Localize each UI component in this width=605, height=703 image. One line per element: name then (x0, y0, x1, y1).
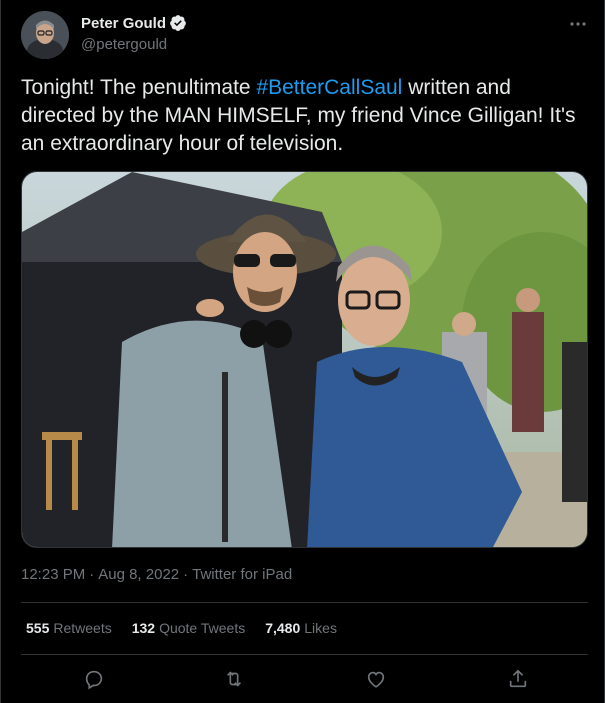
author-display-name[interactable]: Peter Gould (81, 15, 166, 32)
heart-icon (367, 671, 385, 688)
more-options-button[interactable] (563, 12, 593, 36)
divider (21, 602, 588, 603)
meta-separator: · (89, 566, 95, 583)
reply-icon (85, 670, 103, 690)
divider (21, 654, 588, 655)
retweet-icon (226, 671, 242, 687)
retweets-count: 555 (26, 620, 50, 636)
like-button[interactable] (363, 666, 389, 692)
likes-label: Likes (304, 620, 337, 636)
likes-stat[interactable]: 7,480 Likes (265, 620, 337, 636)
retweets-stat[interactable]: 555 Retweets (26, 620, 112, 636)
avatar-image (21, 11, 69, 59)
share-button[interactable] (505, 666, 531, 692)
tweet-time[interactable]: 12:23 PM (21, 566, 85, 583)
share-icon (509, 669, 527, 688)
author-handle[interactable]: @petergould (81, 36, 167, 53)
retweet-button[interactable] (221, 666, 247, 692)
verified-badge-icon (170, 15, 186, 31)
tweet-source[interactable]: Twitter for iPad (192, 566, 292, 583)
retweets-label: Retweets (53, 620, 112, 636)
photo-two-men-on-set (22, 172, 587, 547)
quote-tweets-label: Quote Tweets (159, 620, 246, 636)
more-horizontal-icon (570, 22, 586, 26)
tweet-text: Tonight! The penultimate #BetterCallSaul… (21, 74, 591, 158)
tweet-photo[interactable] (21, 171, 588, 548)
likes-count: 7,480 (265, 620, 301, 636)
tweet-stats: 555 Retweets 132 Quote Tweets 7,480 Like… (26, 620, 337, 636)
tweet-actions (21, 660, 588, 698)
tweet-detail-view: Peter Gould @petergould Tonight! The pen… (0, 0, 605, 703)
quote-tweets-count: 132 (131, 620, 156, 636)
reply-button[interactable] (81, 666, 107, 692)
tweet-text-part: Tonight! The penultimate (21, 76, 257, 99)
author-avatar[interactable] (21, 11, 69, 59)
tweet-meta: 12:23 PM · Aug 8, 2022 · Twitter for iPa… (21, 566, 292, 583)
hashtag-link[interactable]: #BetterCallSaul (256, 76, 402, 99)
tweet-date[interactable]: Aug 8, 2022 (98, 566, 179, 583)
quote-tweets-stat[interactable]: 132 Quote Tweets (132, 620, 246, 636)
meta-separator: · (183, 566, 189, 583)
